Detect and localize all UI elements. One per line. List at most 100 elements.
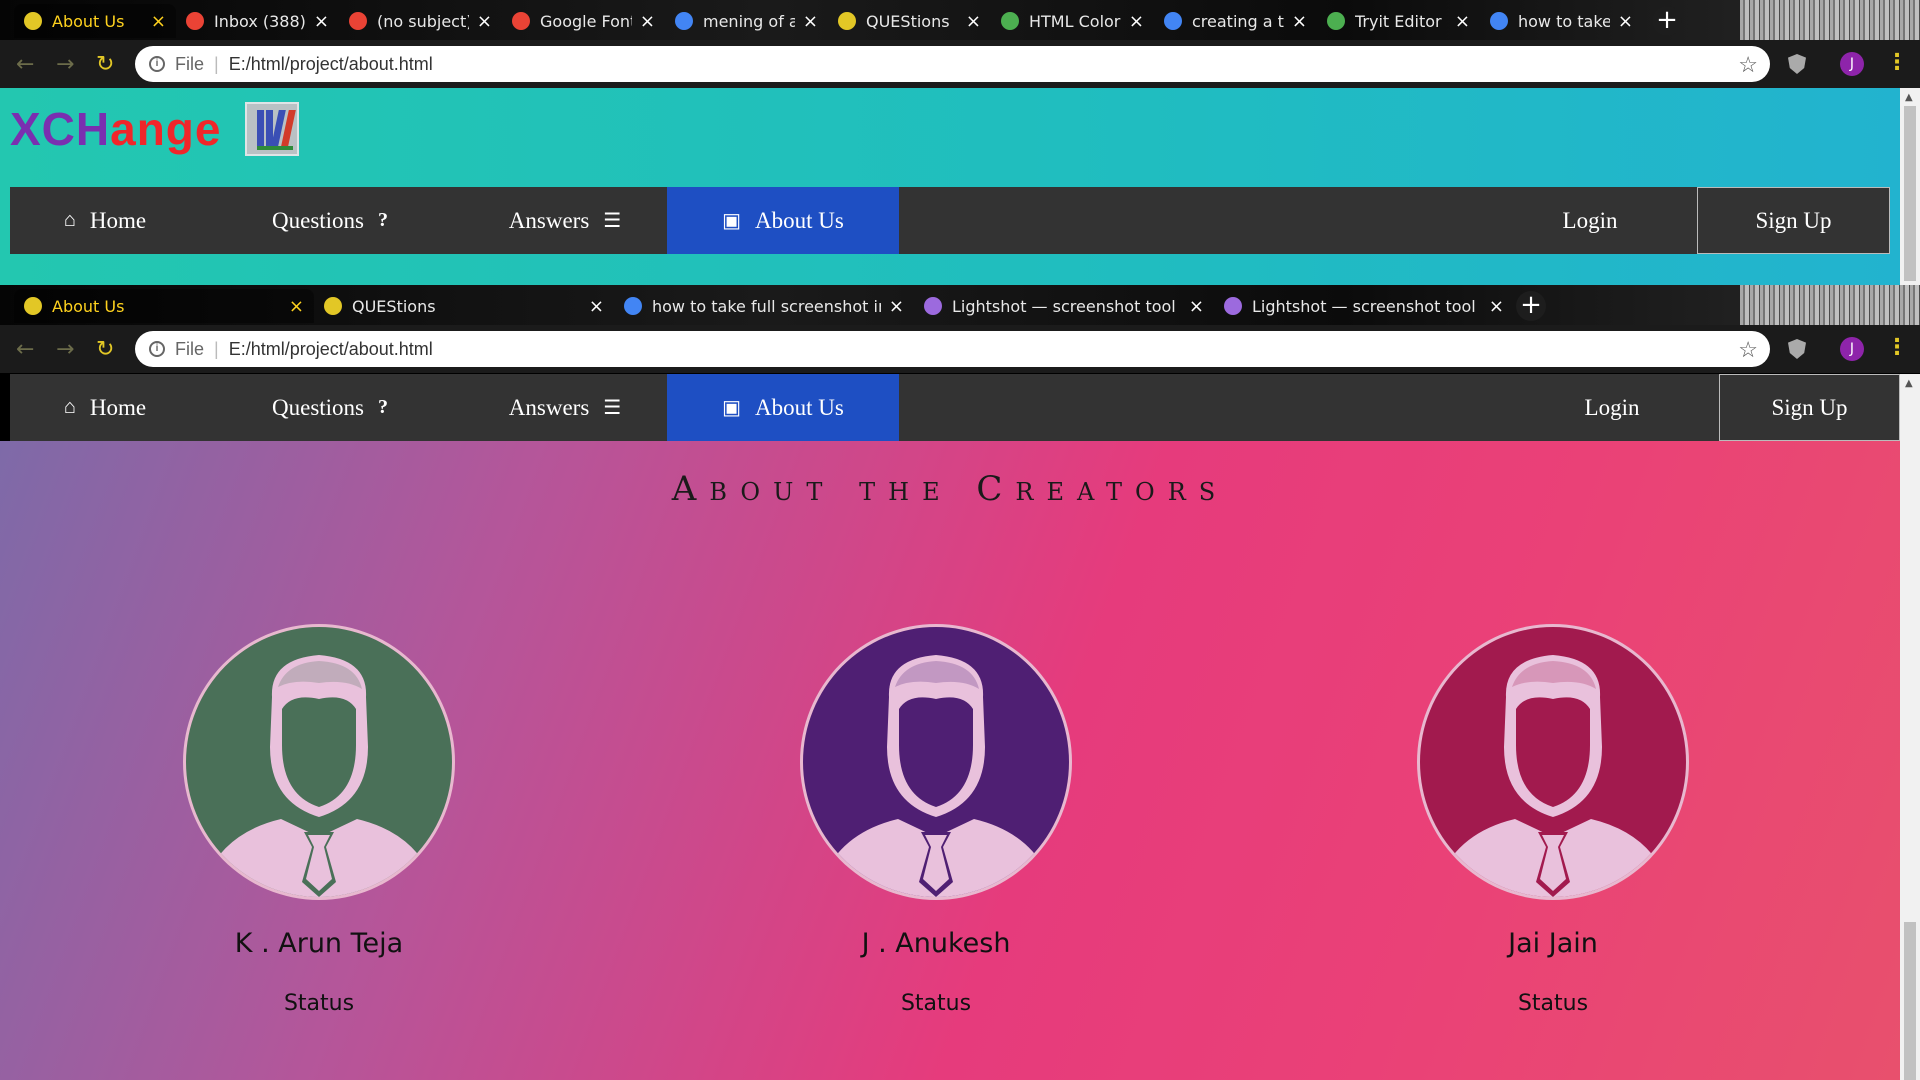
creator-card: K . Arun Teja Status bbox=[183, 624, 455, 1016]
info-icon[interactable]: i bbox=[149, 341, 165, 357]
scrollbar-thumb[interactable] bbox=[1904, 922, 1916, 1080]
url-input[interactable]: i File | E:/html/project/about.html ☆ bbox=[135, 46, 1770, 82]
tab-2[interactable]: Inbox (388) - × bbox=[176, 4, 339, 38]
tab-9[interactable]: Tryit Editor × bbox=[1317, 4, 1480, 38]
creator-name: K . Arun Teja bbox=[234, 928, 404, 959]
tab-4[interactable]: Lightshot — screenshot tool for M × bbox=[914, 289, 1214, 323]
close-tab-icon[interactable]: × bbox=[477, 11, 492, 32]
forward-arrow-icon[interactable]: → bbox=[56, 337, 74, 362]
nav-login-label: Login bbox=[1562, 207, 1618, 233]
tab-title: Lightshot — screenshot tool for M bbox=[952, 296, 1181, 316]
nav-signup[interactable]: Sign Up bbox=[1719, 374, 1900, 441]
close-tab-icon[interactable]: × bbox=[966, 11, 981, 32]
site-logo[interactable]: XCHange bbox=[10, 102, 222, 156]
nav-about[interactable]: ▣ About Us bbox=[667, 187, 899, 254]
scroll-up-arrow-icon[interactable]: ▲ bbox=[1905, 92, 1913, 103]
tab-title: Tryit Editor bbox=[1355, 11, 1442, 31]
nav-signup[interactable]: Sign Up bbox=[1697, 187, 1890, 254]
close-tab-icon[interactable]: × bbox=[640, 11, 655, 32]
scrollbar-window1[interactable]: ▲ bbox=[1900, 88, 1920, 285]
w3-icon bbox=[1001, 12, 1019, 30]
tab-3[interactable]: (no subject) × bbox=[339, 4, 502, 38]
nav-answers-label: Answers bbox=[508, 394, 590, 420]
back-arrow-icon[interactable]: ← bbox=[16, 337, 34, 362]
nav-home[interactable]: ⌂ Home bbox=[10, 187, 200, 254]
nav-login[interactable]: Login bbox=[1532, 374, 1692, 441]
tab-title: QUEStions bbox=[866, 11, 950, 31]
nav-answers[interactable]: Answers ☰ bbox=[460, 374, 670, 441]
list-icon: ☰ bbox=[603, 397, 622, 419]
forward-arrow-icon[interactable]: → bbox=[56, 52, 74, 77]
tab-7[interactable]: HTML Color × bbox=[991, 4, 1154, 38]
about-section: About the Creators K . Arun Teja Status … bbox=[0, 441, 1900, 1080]
url-input[interactable]: i File | E:/html/project/about.html ☆ bbox=[135, 331, 1770, 367]
reload-icon[interactable]: ↻ bbox=[96, 52, 114, 77]
scrollbar-thumb[interactable] bbox=[1904, 106, 1916, 281]
nav-answers[interactable]: Answers ☰ bbox=[460, 187, 670, 254]
scroll-up-arrow-icon[interactable]: ▲ bbox=[1905, 378, 1913, 389]
tab-1[interactable]: About Us × bbox=[14, 289, 314, 323]
tab-title: Inbox (388) - bbox=[214, 11, 306, 31]
url-scheme: File bbox=[175, 338, 205, 359]
shield-extension-icon[interactable] bbox=[1788, 339, 1806, 359]
tab-10[interactable]: how to take × bbox=[1480, 4, 1643, 38]
tab-2[interactable]: QUEStions × bbox=[314, 289, 614, 323]
menu-dots-icon[interactable]: ⋮ bbox=[1886, 50, 1908, 75]
nav-questions[interactable]: Questions ? bbox=[230, 187, 430, 254]
person-silhouette-icon bbox=[823, 655, 1049, 897]
question-icon: ? bbox=[378, 209, 388, 231]
close-tab-icon[interactable]: × bbox=[589, 296, 604, 317]
gmail-icon bbox=[349, 12, 367, 30]
close-tab-icon[interactable]: × bbox=[803, 11, 818, 32]
bookmark-star-icon[interactable]: ☆ bbox=[1738, 337, 1758, 363]
new-tab-button[interactable]: + bbox=[1516, 291, 1546, 321]
nav-signup-label: Sign Up bbox=[1755, 207, 1832, 233]
nav-login[interactable]: Login bbox=[1510, 187, 1670, 254]
tab-6[interactable]: QUEStions × bbox=[828, 4, 991, 38]
home-icon: ⌂ bbox=[63, 209, 76, 231]
back-arrow-icon[interactable]: ← bbox=[16, 52, 34, 77]
home-icon: ⌂ bbox=[63, 396, 76, 418]
nav-questions[interactable]: Questions ? bbox=[230, 374, 430, 441]
close-tab-icon[interactable]: × bbox=[889, 296, 904, 317]
profile-avatar[interactable]: J bbox=[1840, 337, 1864, 361]
close-tab-icon[interactable]: × bbox=[1129, 11, 1144, 32]
profile-avatar[interactable]: J bbox=[1840, 52, 1864, 76]
scrollbar-window2[interactable]: ▲ bbox=[1900, 374, 1920, 1080]
new-tab-button[interactable]: + bbox=[1652, 6, 1682, 36]
creator-status: Status bbox=[900, 991, 972, 1016]
nav-about[interactable]: ▣ About Us bbox=[667, 374, 899, 441]
google-icon bbox=[1164, 12, 1182, 30]
nav-signup-label: Sign Up bbox=[1771, 394, 1848, 420]
close-tab-icon[interactable]: × bbox=[151, 11, 166, 32]
close-tab-icon[interactable]: × bbox=[1618, 11, 1633, 32]
tab-title: QUEStions bbox=[352, 296, 436, 316]
person-silhouette-icon bbox=[206, 655, 432, 897]
gmail-icon bbox=[186, 12, 204, 30]
globe-icon bbox=[24, 12, 42, 30]
reload-icon[interactable]: ↻ bbox=[96, 337, 114, 362]
tab-title: how to take bbox=[1518, 11, 1610, 31]
shield-extension-icon[interactable] bbox=[1788, 54, 1806, 74]
tab-3[interactable]: how to take full screenshot in wi × bbox=[614, 289, 914, 323]
close-tab-icon[interactable]: × bbox=[289, 296, 304, 317]
menu-dots-icon[interactable]: ⋮ bbox=[1886, 335, 1908, 360]
tab-title: (no subject) bbox=[377, 11, 469, 31]
info-icon[interactable]: i bbox=[149, 56, 165, 72]
close-tab-icon[interactable]: × bbox=[1292, 11, 1307, 32]
globe-icon bbox=[24, 297, 42, 315]
close-tab-icon[interactable]: × bbox=[1489, 296, 1504, 317]
close-tab-icon[interactable]: × bbox=[314, 11, 329, 32]
tab-4[interactable]: Google Font × bbox=[502, 4, 665, 38]
tab-1[interactable]: About Us × bbox=[14, 4, 176, 38]
bookmark-star-icon[interactable]: ☆ bbox=[1738, 52, 1758, 78]
tab-5[interactable]: Lightshot — screenshot tool for M × bbox=[1214, 289, 1514, 323]
nav-questions-label: Questions bbox=[272, 394, 364, 420]
close-tab-icon[interactable]: × bbox=[1189, 296, 1204, 317]
tab-8[interactable]: creating a te × bbox=[1154, 4, 1317, 38]
tab-5[interactable]: mening of a × bbox=[665, 4, 828, 38]
logo-text-part1: XCH bbox=[10, 103, 111, 155]
nav-home[interactable]: ⌂ Home bbox=[10, 374, 200, 441]
url-scheme: File bbox=[175, 53, 205, 74]
close-tab-icon[interactable]: × bbox=[1455, 11, 1470, 32]
